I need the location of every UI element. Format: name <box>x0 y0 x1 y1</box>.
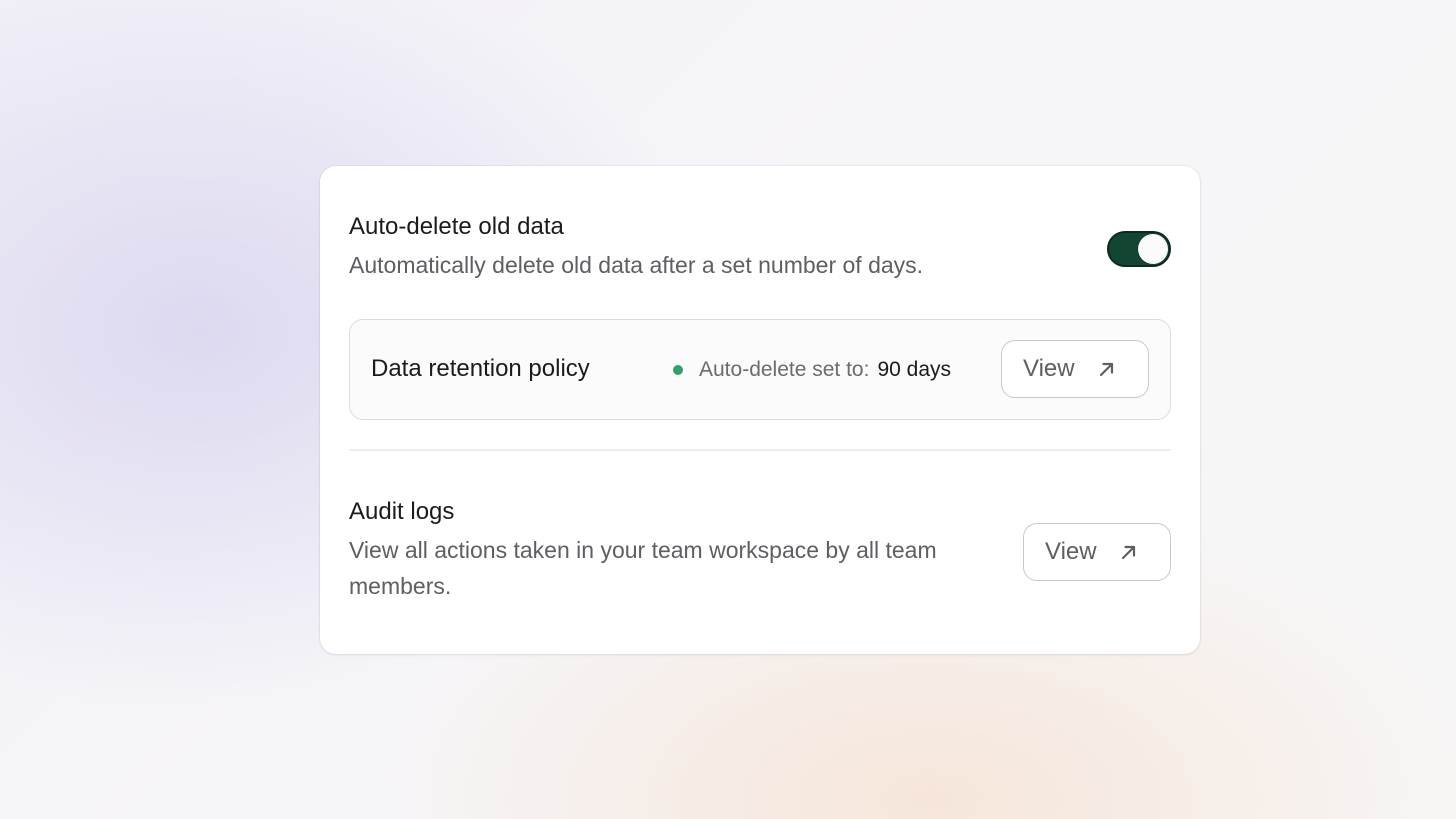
settings-card: Auto-delete old data Automatically delet… <box>320 166 1200 654</box>
view-audit-logs-button[interactable]: View <box>1023 523 1171 581</box>
status-label: Auto-delete set to: <box>699 358 870 381</box>
auto-delete-toggle[interactable] <box>1107 231 1171 267</box>
audit-logs-title: Audit logs <box>349 498 455 525</box>
arrow-up-right-icon <box>1099 362 1113 377</box>
status-dot-icon <box>673 365 683 375</box>
auto-delete-description: Automatically delete old data after a se… <box>349 252 924 278</box>
view-button-label: View <box>1023 355 1075 382</box>
toggle-knob <box>1138 234 1168 264</box>
view-retention-policy-button[interactable]: View <box>1001 340 1149 398</box>
view-button-label: View <box>1045 538 1097 565</box>
audit-logs-section: Audit logs View all actions taken in you… <box>349 496 1009 604</box>
status-value: 90 days <box>877 358 952 381</box>
arrow-up-right-icon <box>1121 545 1135 560</box>
retention-status: Auto-delete set to: 90 days <box>673 356 951 384</box>
retention-policy-title: Data retention policy <box>371 355 590 382</box>
auto-delete-section: Auto-delete old data Automatically delet… <box>349 211 1171 283</box>
audit-logs-description: View all actions taken in your team work… <box>349 537 937 599</box>
section-divider <box>349 449 1171 451</box>
retention-policy-panel: Data retention policy Auto-delete set to… <box>349 319 1171 420</box>
auto-delete-title: Auto-delete old data <box>349 213 564 240</box>
